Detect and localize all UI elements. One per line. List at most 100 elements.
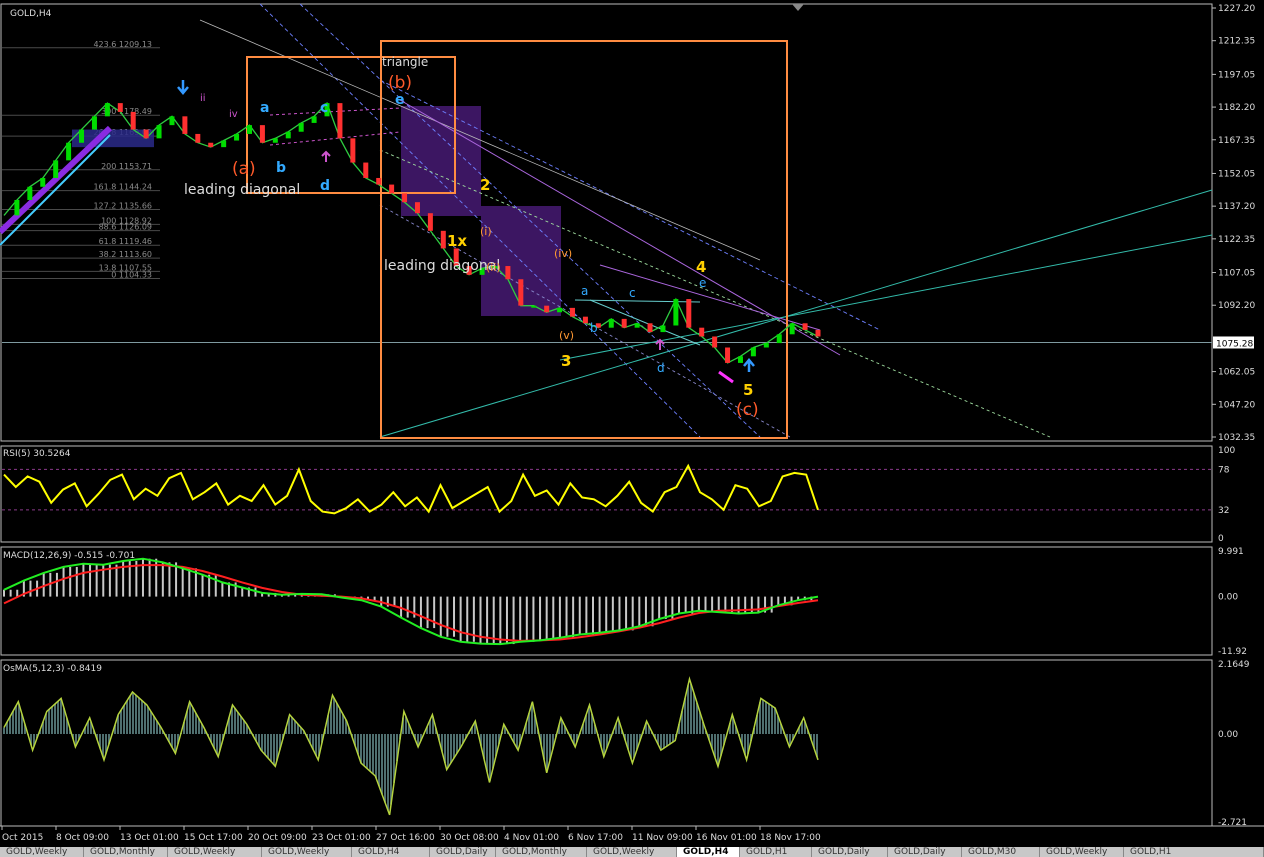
y-tick-label-2: 1197.05: [1218, 70, 1255, 80]
price-candle: [440, 230, 446, 249]
wave-label-12: 3: [561, 352, 571, 370]
price-candle: [763, 343, 769, 348]
price-candle: [776, 334, 782, 344]
symbol-label: GOLD,H4: [10, 9, 52, 19]
chart-tab[interactable]: GOLD,Weekly: [262, 847, 352, 857]
price-candle: [130, 111, 136, 130]
y-tick-label-6: 1137.20: [1218, 202, 1255, 212]
wave-label-9: 2: [480, 176, 490, 194]
chart-tab[interactable]: GOLD,Daily: [888, 847, 962, 857]
y-tick-label-4: 1167.35: [1218, 136, 1255, 146]
fib-label-7: 88.6 1126.09: [99, 223, 152, 232]
chart-tab[interactable]: GOLD,Weekly: [168, 847, 262, 857]
price-candle: [660, 325, 666, 333]
x-tick-label-9: 6 Nov 17:00: [568, 833, 623, 843]
wave-label-2: e: [395, 92, 405, 108]
price-candle: [350, 138, 356, 163]
price-candle: [298, 122, 304, 132]
chart-tab[interactable]: GOLD,Daily: [430, 847, 496, 857]
y-tick-label-12: 1047.20: [1218, 400, 1255, 410]
chart-tab[interactable]: GOLD,M30: [962, 847, 1040, 857]
wave-label-7: d: [320, 178, 330, 194]
wave-label-3: (a): [232, 159, 256, 179]
x-tick-label-7: 30 Oct 08:00: [440, 833, 499, 843]
rsi-title: RSI(5) 30.5264: [3, 449, 71, 459]
chart-tab[interactable]: GOLD,Weekly: [1040, 847, 1124, 857]
fib-label-5: 127.2 1135.66: [93, 202, 152, 211]
price-candle: [53, 160, 59, 178]
y-tick-label-1: 1212.35: [1218, 37, 1255, 47]
wave-label-23: (i): [480, 225, 492, 238]
x-tick-label-10: 11 Nov 09:00: [632, 833, 693, 843]
pane-frame-1: [0, 445, 1213, 543]
wave-label-0: triangle: [382, 55, 428, 69]
trend-line-0: [259, 3, 701, 438]
chart-tab[interactable]: GOLD,Weekly: [587, 847, 677, 857]
price-candle: [557, 307, 563, 313]
price-candle: [802, 323, 808, 330]
y-tick-label-7: 1122.35: [1218, 235, 1255, 245]
wave-label-25: (iv): [554, 247, 572, 260]
fib-label-9: 38.2 1113.60: [99, 250, 152, 259]
trend-line-15: [0, 125, 113, 235]
trend-line-1: [299, 3, 761, 438]
x-tick-label-4: 20 Oct 09:00: [248, 833, 307, 843]
price-candle: [259, 125, 265, 143]
macd-signal-line: [3, 564, 819, 642]
price-candle: [725, 347, 731, 363]
price-candle: [544, 305, 550, 313]
fib-label-0: 423.6 1209.13: [93, 40, 152, 49]
chart-tabs-bar: GOLD,Weekly GOLD,Monthly GOLD,Weekly GOLD,W…: [0, 847, 1264, 857]
chart-tab[interactable]: GOLD,H4: [352, 847, 430, 857]
price-candle: [686, 299, 692, 328]
rsi-tick-2: 32: [1218, 506, 1229, 516]
price-candle: [66, 142, 72, 161]
x-tick-label-11: 16 Nov 01:00: [696, 833, 757, 843]
scroll-marker-icon: [792, 4, 804, 11]
y-tick-label-13: 1032.35: [1218, 433, 1255, 443]
fib-label-8: 61.8 1119.46: [99, 237, 152, 246]
price-candle: [699, 327, 705, 337]
osma-line: [3, 676, 819, 816]
price-candle: [208, 142, 214, 148]
price-candle: [156, 125, 162, 139]
chart-tab[interactable]: GOLD,Monthly: [496, 847, 587, 857]
chart-tab[interactable]: GOLD,Monthly: [84, 847, 168, 857]
price-candle: [79, 129, 85, 143]
price-candle: [337, 103, 343, 139]
price-candle: [582, 316, 588, 324]
wave-label-1: (b): [388, 73, 412, 93]
wave-label-22: iv: [229, 109, 238, 120]
price-candle: [402, 193, 408, 203]
wave-label-11: leading diagonal: [384, 258, 500, 274]
price-candle: [750, 347, 756, 357]
chart-tab[interactable]: GOLD,H1: [740, 847, 812, 857]
price-candle: [40, 177, 46, 187]
chart-tab[interactable]: GOLD,H1: [1124, 847, 1264, 857]
price-candle: [234, 133, 240, 141]
price-candle: [363, 162, 369, 178]
chart-window[interactable]: 1227.20 1212.35 1197.05 1182.20 1167.35 1152.…: [0, 0, 1264, 857]
price-candle: [531, 305, 537, 308]
price-candle: [608, 318, 614, 328]
x-tick-label-0: Oct 2015: [2, 833, 43, 843]
y-tick-label-5: 1152.05: [1218, 169, 1255, 179]
macd-tick-1: 0.00: [1218, 593, 1238, 603]
purple-zone-1: [401, 106, 481, 216]
x-tick-label-12: 18 Nov 17:00: [760, 833, 821, 843]
macd-main-line: [3, 557, 819, 646]
x-tick-label-5: 23 Oct 01:00: [312, 833, 371, 843]
chart-tab[interactable]: GOLD,Weekly: [0, 847, 84, 857]
wave-label-4: a: [260, 100, 269, 116]
chart-tab[interactable]: GOLD,H4: [677, 847, 740, 857]
up-arrow-icon: [743, 358, 755, 372]
price-candle: [427, 213, 433, 231]
price-candle: [182, 116, 188, 134]
chart-tab[interactable]: GOLD,Daily: [812, 847, 888, 857]
wave-label-16: a: [581, 284, 588, 298]
chart-canvas[interactable]: 1227.20 1212.35 1197.05 1182.20 1167.35 1152.…: [0, 0, 1264, 847]
osma-tick-0: 2.1649: [1218, 660, 1250, 670]
osma-title: OsMA(5,12,3) -0.8419: [3, 664, 102, 674]
rsi-tick-0: 100: [1218, 446, 1235, 456]
y-tick-label-8: 1107.05: [1218, 269, 1255, 279]
